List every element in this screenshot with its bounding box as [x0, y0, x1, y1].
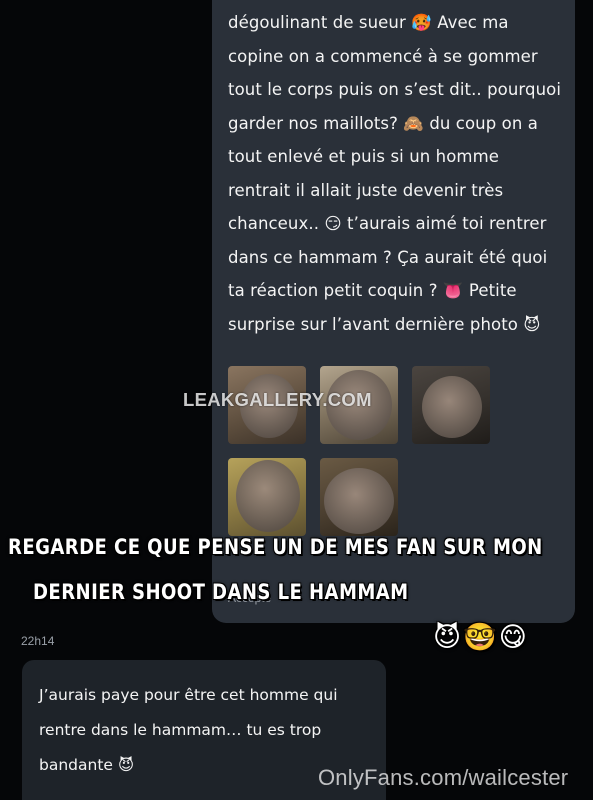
photo-thumbnail[interactable] [228, 458, 306, 536]
caption-emojis: 😈🤓😋 [433, 622, 529, 653]
leakgallery-watermark: LEAKGALLERY.COM [183, 389, 372, 410]
message-timestamp: 22h14 [21, 634, 55, 648]
outgoing-message-text: dégoulinant de sueur 🥵 Avec ma copine on… [228, 13, 562, 334]
photo-thumbnail[interactable] [320, 458, 398, 536]
outgoing-message-bubble[interactable]: dégoulinant de sueur 🥵 Avec ma copine on… [212, 0, 575, 623]
caption-line-2: DERNIER SHOOT DANS LE HAMMAM [33, 580, 409, 604]
onlyfans-watermark: OnlyFans.com/wailcester [318, 765, 569, 790]
chat-screen: dégoulinant de sueur 🥵 Avec ma copine on… [0, 0, 593, 800]
caption-line-1: REGARDE CE QUE PENSE UN DE MES FAN SUR M… [8, 535, 543, 559]
photo-thumbnail[interactable] [412, 366, 490, 444]
